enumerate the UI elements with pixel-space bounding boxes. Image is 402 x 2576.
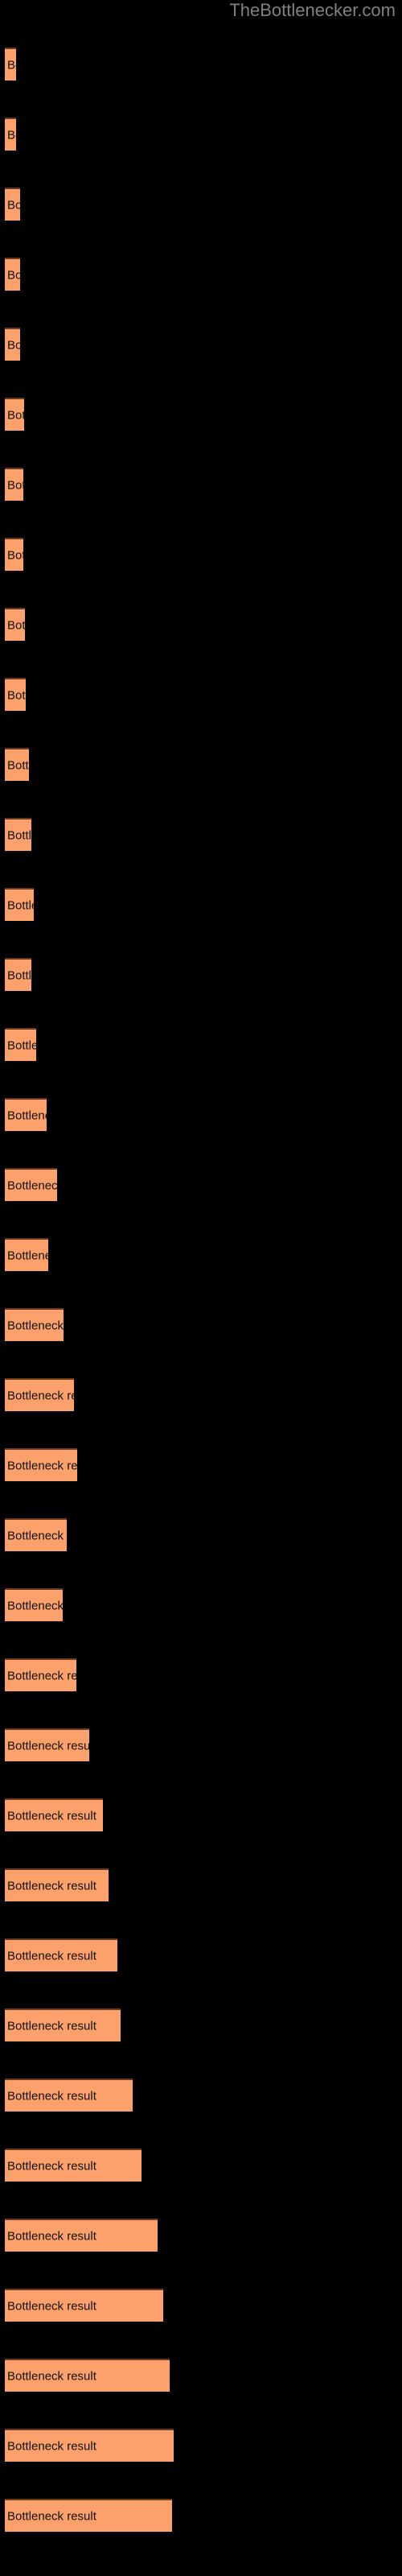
bar[interactable]: Bottleneck result <box>5 538 23 571</box>
bar[interactable]: Bottleneck result <box>5 1518 67 1551</box>
bar-label: Bottleneck result <box>7 2509 96 2523</box>
bar[interactable]: Bottleneck result <box>5 1448 77 1481</box>
bar[interactable]: Bottleneck result <box>5 2499 172 2532</box>
bar-label: Bottleneck result <box>7 1879 96 1893</box>
bar-label: Bottleneck result <box>7 1038 36 1052</box>
bar[interactable]: Bottleneck result <box>5 1308 64 1341</box>
bar[interactable]: Bottleneck result <box>5 958 31 991</box>
bar[interactable]: Bottleneck result <box>5 1028 36 1061</box>
bar-label: Bottleneck result <box>7 2439 96 2453</box>
bar-label: Bottleneck result <box>7 1949 96 1963</box>
bar-label: Bottleneck result <box>7 2229 96 2243</box>
bar-label: Bottleneck result <box>7 1669 76 1682</box>
bar-label: Bottleneck result <box>7 898 34 912</box>
chart-page: TheBottlenecker.com Bottleneck resultBot… <box>0 0 402 2576</box>
bar-label: Bottleneck result <box>7 1739 89 1752</box>
bar-label: Bottleneck result <box>7 2019 96 2033</box>
bar[interactable]: Bottleneck result <box>5 748 29 781</box>
bar-label: Bottleneck result <box>7 758 29 772</box>
bar-label: Bottleneck result <box>7 1249 48 1262</box>
bar[interactable]: Bottleneck result <box>5 818 31 851</box>
bar[interactable]: Bottleneck result <box>5 468 23 501</box>
bar-label: Bottleneck result <box>7 2089 96 2103</box>
bar-label: Bottleneck result <box>7 1599 63 1612</box>
bar[interactable]: Bottleneck result <box>5 118 16 151</box>
bar[interactable]: Bottleneck result <box>5 2079 133 2112</box>
bar-chart-plot-area: Bottleneck result Bottleneck result Bottle… <box>0 0 402 2576</box>
bar-label: Bottleneck result <box>7 128 16 142</box>
bar[interactable]: Bottleneck result <box>5 1238 48 1271</box>
bar[interactable]: Bottleneck result <box>5 2359 170 2392</box>
bar[interactable]: Bottleneck result <box>5 1728 89 1761</box>
bar-label: Bottleneck result <box>7 2299 96 2313</box>
bar[interactable]: Bottleneck result <box>5 2149 142 2182</box>
bar[interactable]: Bottleneck result <box>5 608 25 641</box>
bar-label: Bottleneck result <box>7 828 31 842</box>
bar[interactable]: Bottleneck result <box>5 1588 63 1621</box>
bar-label: Bottleneck result <box>7 1179 57 1192</box>
bar-label: Bottleneck result <box>7 1319 64 1332</box>
bar-label: Bottleneck result <box>7 1108 47 1122</box>
bar-label: Bottleneck result <box>7 478 23 492</box>
bar[interactable]: Bottleneck result <box>5 1798 103 1831</box>
bar-label: Bottleneck result <box>7 1529 67 1542</box>
bar[interactable]: Bottleneck result <box>5 328 20 361</box>
bar[interactable]: Bottleneck result <box>5 1098 47 1131</box>
bar[interactable]: Bottleneck result <box>5 2289 163 2322</box>
bar[interactable]: Bottleneck result <box>5 398 24 431</box>
bar[interactable]: Bottleneck result <box>5 47 16 80</box>
bar[interactable]: Bottleneck result <box>5 2008 121 2041</box>
bar[interactable]: Bottleneck result <box>5 888 34 921</box>
bar-label: Bottleneck result <box>7 618 25 632</box>
bar-label: Bottleneck result <box>7 968 31 982</box>
bar[interactable]: Bottleneck result <box>5 2219 158 2252</box>
bar-label: Bottleneck result <box>7 688 26 702</box>
bar[interactable]: Bottleneck result <box>5 1658 76 1691</box>
bar[interactable]: Bottleneck result <box>5 1168 57 1201</box>
bar-label: Bottleneck result <box>7 198 20 212</box>
bar[interactable]: Bottleneck result <box>5 1378 74 1411</box>
bar[interactable]: Bottleneck result <box>5 2429 174 2462</box>
bar-label: Bottleneck result <box>7 338 20 352</box>
bar[interactable]: Bottleneck result <box>5 258 20 291</box>
bar[interactable]: Bottleneck result <box>5 678 26 711</box>
bar-label: Bottleneck result <box>7 548 23 562</box>
bar-label: Bottleneck result <box>7 58 16 72</box>
bar-label: Bottleneck result <box>7 2159 96 2173</box>
bar[interactable]: Bottleneck result <box>5 1868 109 1901</box>
bar-label: Bottleneck result <box>7 408 24 422</box>
bar-label: Bottleneck result <box>7 1459 77 1472</box>
bar-label: Bottleneck result <box>7 2369 96 2383</box>
bar-label: Bottleneck result <box>7 268 20 282</box>
bar[interactable]: Bottleneck result <box>5 188 20 221</box>
bar[interactable]: Bottleneck result <box>5 1938 117 1971</box>
bar-label: Bottleneck result <box>7 1389 74 1402</box>
bar-label: Bottleneck result <box>7 1809 96 1823</box>
